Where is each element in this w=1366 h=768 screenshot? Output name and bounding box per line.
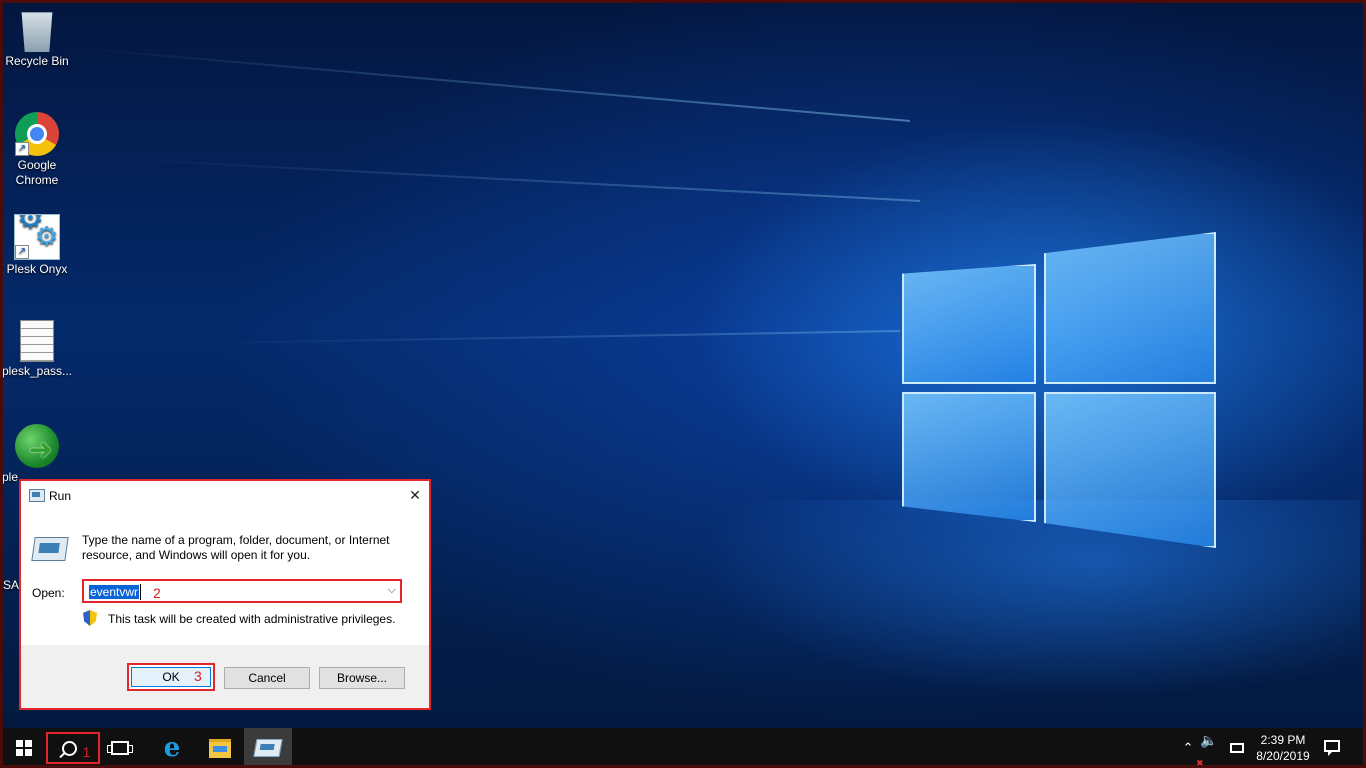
file-explorer-button[interactable] bbox=[196, 728, 244, 768]
desktop-icon-label: Recycle Bin bbox=[5, 54, 69, 68]
ok-button[interactable]: OK 3 bbox=[127, 663, 215, 691]
windows-logo-icon bbox=[16, 740, 32, 756]
annotation-step-3: 3 bbox=[194, 668, 202, 684]
internet-explorer-button[interactable]: e bbox=[148, 728, 196, 768]
logo-pane-bottom-right bbox=[1044, 392, 1216, 548]
network-button[interactable] bbox=[1226, 728, 1248, 768]
desktop: Recycle Bin ↗ Google Chrome ↗ Plesk Onyx… bbox=[0, 0, 1366, 728]
shortcut-arrow-icon: ↗ bbox=[15, 142, 29, 156]
taskbar-clock[interactable]: 2:39 PM 8/20/2019 bbox=[1250, 732, 1316, 764]
logo-pane-top-left bbox=[902, 264, 1036, 384]
open-combobox[interactable]: eventvwr 2 ⌵ bbox=[82, 579, 402, 603]
text-caret bbox=[140, 584, 141, 600]
task-view-icon bbox=[107, 741, 133, 755]
light-beam bbox=[63, 45, 911, 122]
chrome-icon: ↗ bbox=[15, 112, 59, 156]
clock-date: 8/20/2019 bbox=[1256, 749, 1310, 763]
desktop-icon-label: Plesk Onyx bbox=[6, 262, 68, 276]
plesk-icon: ↗ bbox=[14, 214, 60, 260]
search-icon bbox=[61, 740, 77, 756]
floor-glow bbox=[700, 500, 1360, 700]
logo-pane-bottom-left bbox=[902, 392, 1036, 522]
search-button[interactable]: 1 bbox=[46, 732, 100, 764]
network-icon bbox=[1230, 743, 1244, 753]
text-file-icon bbox=[20, 320, 54, 362]
desktop-icon-globe[interactable]: ple bbox=[0, 424, 74, 485]
run-footer: OK 3 Cancel Browse... bbox=[21, 645, 429, 708]
light-beam bbox=[200, 330, 901, 345]
light-beam bbox=[121, 158, 921, 202]
desktop-icon-google-chrome[interactable]: ↗ Google Chrome bbox=[0, 112, 74, 188]
chevron-up-icon: ⌃ bbox=[1182, 740, 1194, 755]
start-button[interactable] bbox=[0, 728, 48, 768]
desktop-icon-plesk-onyx[interactable]: ↗ Plesk Onyx bbox=[0, 214, 74, 277]
run-body: Type the name of a program, folder, docu… bbox=[21, 509, 429, 645]
annotation-step-2: 2 bbox=[153, 585, 161, 601]
desktop-icon-label-partial: SA bbox=[3, 578, 20, 592]
desktop-icon-recycle-bin[interactable]: Recycle Bin bbox=[0, 8, 74, 69]
globe-download-icon bbox=[15, 424, 59, 468]
internet-explorer-icon: e bbox=[163, 733, 181, 763]
cancel-button[interactable]: Cancel bbox=[224, 667, 310, 689]
open-label: Open: bbox=[32, 586, 65, 600]
clock-time: 2:39 PM bbox=[1260, 733, 1306, 747]
shortcut-arrow-icon: ↗ bbox=[15, 245, 29, 259]
run-titlebar[interactable]: Run ✕ bbox=[21, 481, 429, 509]
show-hidden-icons-button[interactable]: ⌃ bbox=[1178, 728, 1198, 768]
volume-muted-icon: 🔈✖ bbox=[1196, 731, 1218, 768]
desktop-icon-plesk-pass[interactable]: plesk_pass... bbox=[0, 320, 74, 379]
ok-button-face: OK 3 bbox=[131, 667, 211, 687]
run-dialog: Run ✕ Type the name of a program, folder… bbox=[19, 479, 431, 710]
notification-icon[interactable] bbox=[1324, 740, 1340, 756]
close-icon[interactable]: ✕ bbox=[401, 481, 429, 509]
ok-button-label: OK bbox=[162, 670, 180, 684]
chevron-down-icon[interactable]: ⌵ bbox=[388, 584, 396, 597]
task-view-button[interactable] bbox=[96, 728, 144, 768]
run-description: Type the name of a program, folder, docu… bbox=[82, 533, 390, 562]
annotation-step-1: 1 bbox=[82, 744, 91, 760]
volume-button[interactable]: 🔈✖ bbox=[1196, 728, 1222, 768]
run-app-icon bbox=[253, 739, 283, 757]
folder-icon bbox=[209, 738, 231, 758]
recycle-bin-icon bbox=[21, 12, 53, 52]
taskbar: 1 e ⌃ 🔈✖ 2:39 PM 8/20/2019 bbox=[0, 728, 1366, 768]
logo-pane-top-right bbox=[1044, 232, 1216, 384]
run-program-icon bbox=[31, 537, 69, 561]
uac-shield-icon bbox=[83, 610, 97, 626]
open-input-value[interactable]: eventvwr bbox=[89, 585, 140, 599]
privilege-note: This task will be created with administr… bbox=[108, 612, 396, 626]
desktop-icon-label: plesk_pass... bbox=[1, 364, 73, 378]
run-title: Run bbox=[49, 489, 72, 503]
run-taskbar-button[interactable] bbox=[244, 728, 292, 768]
desktop-icon-label: Google Chrome bbox=[15, 158, 59, 187]
run-app-icon bbox=[29, 489, 45, 502]
browse-button[interactable]: Browse... bbox=[319, 667, 405, 689]
